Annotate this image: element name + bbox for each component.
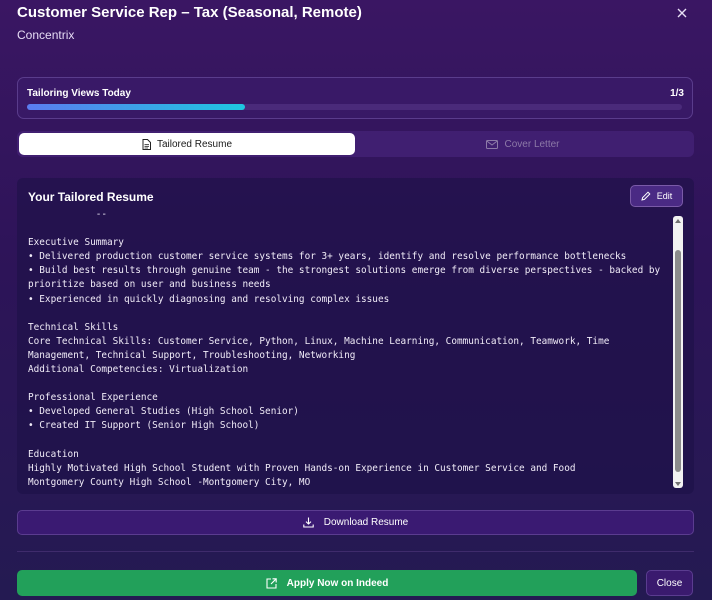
resume-heading: Your Tailored Resume xyxy=(28,190,154,204)
scroll-down-icon[interactable] xyxy=(673,479,683,488)
download-icon xyxy=(303,517,314,528)
close-button[interactable]: Close xyxy=(646,570,693,596)
tailoring-views-card: Tailoring Views Today 1/3 xyxy=(17,77,693,119)
tab-cover-letter[interactable]: Cover Letter xyxy=(355,133,691,155)
document-icon xyxy=(142,138,151,150)
resume-scrollbar[interactable] xyxy=(673,216,683,488)
edit-button-label: Edit xyxy=(656,191,673,201)
apply-now-button[interactable]: Apply Now on Indeed xyxy=(17,570,637,596)
download-resume-button[interactable]: Download Resume xyxy=(17,510,694,535)
job-title: Customer Service Rep – Tax (Seasonal, Re… xyxy=(17,4,362,21)
apply-now-label: Apply Now on Indeed xyxy=(286,577,389,589)
tab-tailored-resume[interactable]: Tailored Resume xyxy=(19,133,355,155)
tab-cover-letter-label: Cover Letter xyxy=(504,138,560,150)
scroll-up-icon[interactable] xyxy=(673,216,683,225)
footer-divider xyxy=(17,551,694,552)
mail-icon xyxy=(486,139,499,149)
tailoring-views-progress-fill xyxy=(27,104,246,110)
pencil-icon xyxy=(641,191,651,201)
tailored-resume-card: Your Tailored Resume Edit -- Executive S… xyxy=(17,178,694,494)
tailoring-views-label: Tailoring Views Today xyxy=(27,88,131,99)
close-icon[interactable] xyxy=(673,4,691,22)
resume-text[interactable]: -- Executive Summary • Delivered product… xyxy=(28,208,668,488)
download-resume-label: Download Resume xyxy=(323,517,409,528)
tailoring-views-progress xyxy=(27,104,682,110)
tailoring-views-count: 1/3 xyxy=(670,88,684,99)
external-link-icon xyxy=(266,577,277,589)
edit-button[interactable]: Edit xyxy=(630,185,683,207)
tab-tailored-resume-label: Tailored Resume xyxy=(156,138,233,150)
resume-tabs: Tailored Resume Cover Letter xyxy=(17,131,694,157)
company-name: Concentrix xyxy=(17,28,75,42)
scrollbar-thumb[interactable] xyxy=(675,250,681,472)
